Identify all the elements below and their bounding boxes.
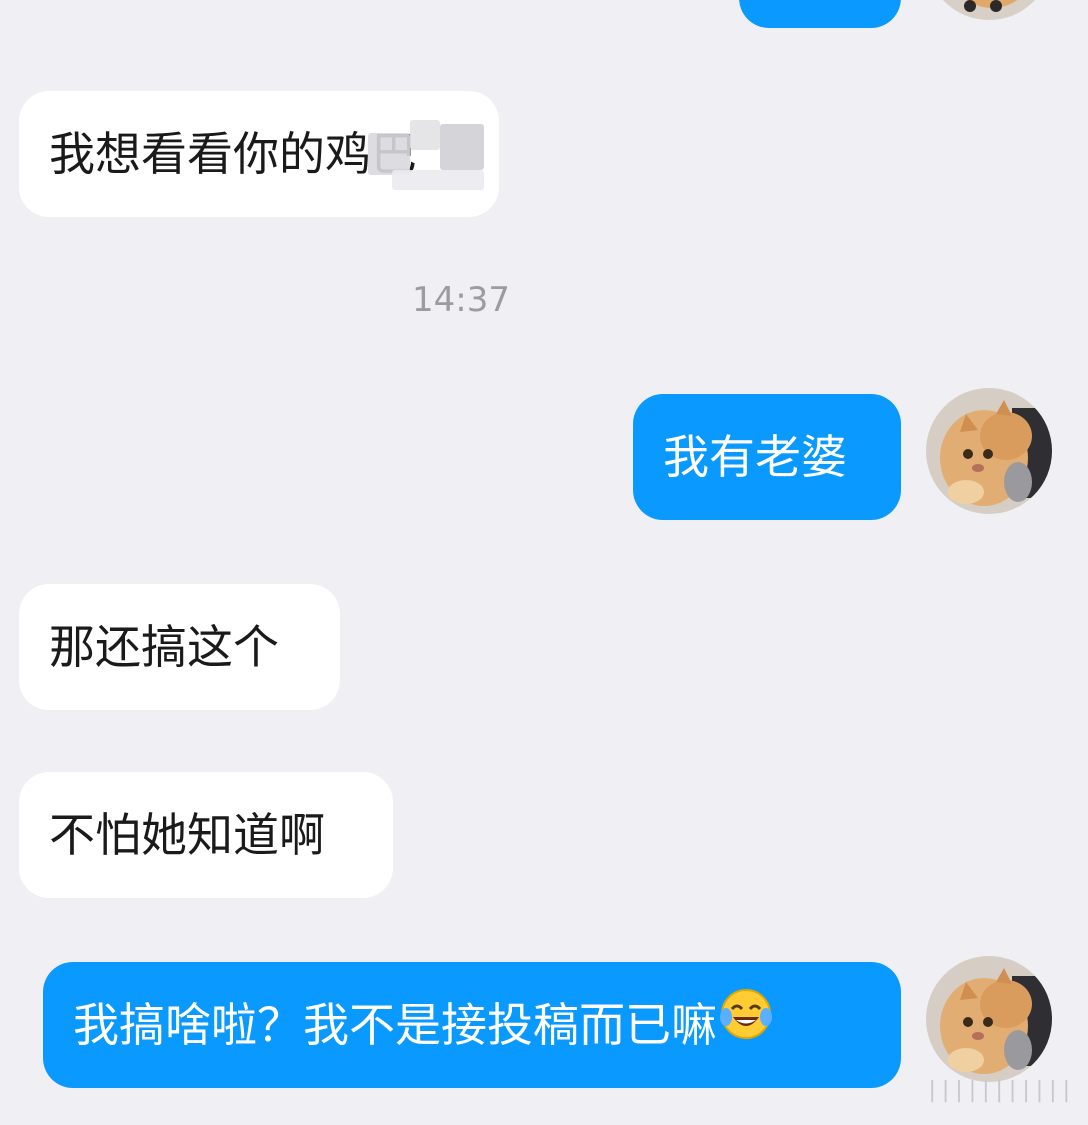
blur-mosaic	[392, 170, 484, 190]
blur-mosaic	[368, 133, 410, 175]
watermark: |||||||||||	[928, 1078, 1076, 1103]
blur-mosaic	[440, 124, 484, 170]
chat-bubble-incoming[interactable]: 我想看看你的鸡巴	[19, 91, 499, 217]
message-timestamp: 14:37	[412, 280, 510, 320]
chat-bubble-outgoing[interactable]: 我有老婆	[633, 394, 901, 520]
message-text: 我搞啥啦？我不是接投稿而已嘛	[73, 998, 717, 1052]
tears-of-joy-emoji-icon	[719, 962, 773, 1088]
message-text: 那还搞这个	[49, 620, 279, 674]
chat-bubble-outgoing[interactable]: 我搞啥啦？我不是接投稿而已嘛	[43, 962, 901, 1088]
message-text: 不怕她知道啊	[49, 808, 325, 862]
message-text: 我想看看你的鸡巴	[49, 127, 417, 181]
cat-avatar-icon[interactable]	[926, 0, 1052, 20]
chat-bubble-incoming[interactable]: 不怕她知道啊	[19, 772, 393, 898]
cat-avatar-icon[interactable]	[926, 956, 1052, 1082]
blur-mosaic	[410, 120, 440, 150]
chat-bubble-incoming[interactable]: 那还搞这个	[19, 584, 340, 710]
chat-bubble-outgoing-partial[interactable]	[739, 0, 901, 28]
message-text: 我有老婆	[663, 430, 847, 484]
cat-avatar-icon[interactable]	[926, 388, 1052, 514]
